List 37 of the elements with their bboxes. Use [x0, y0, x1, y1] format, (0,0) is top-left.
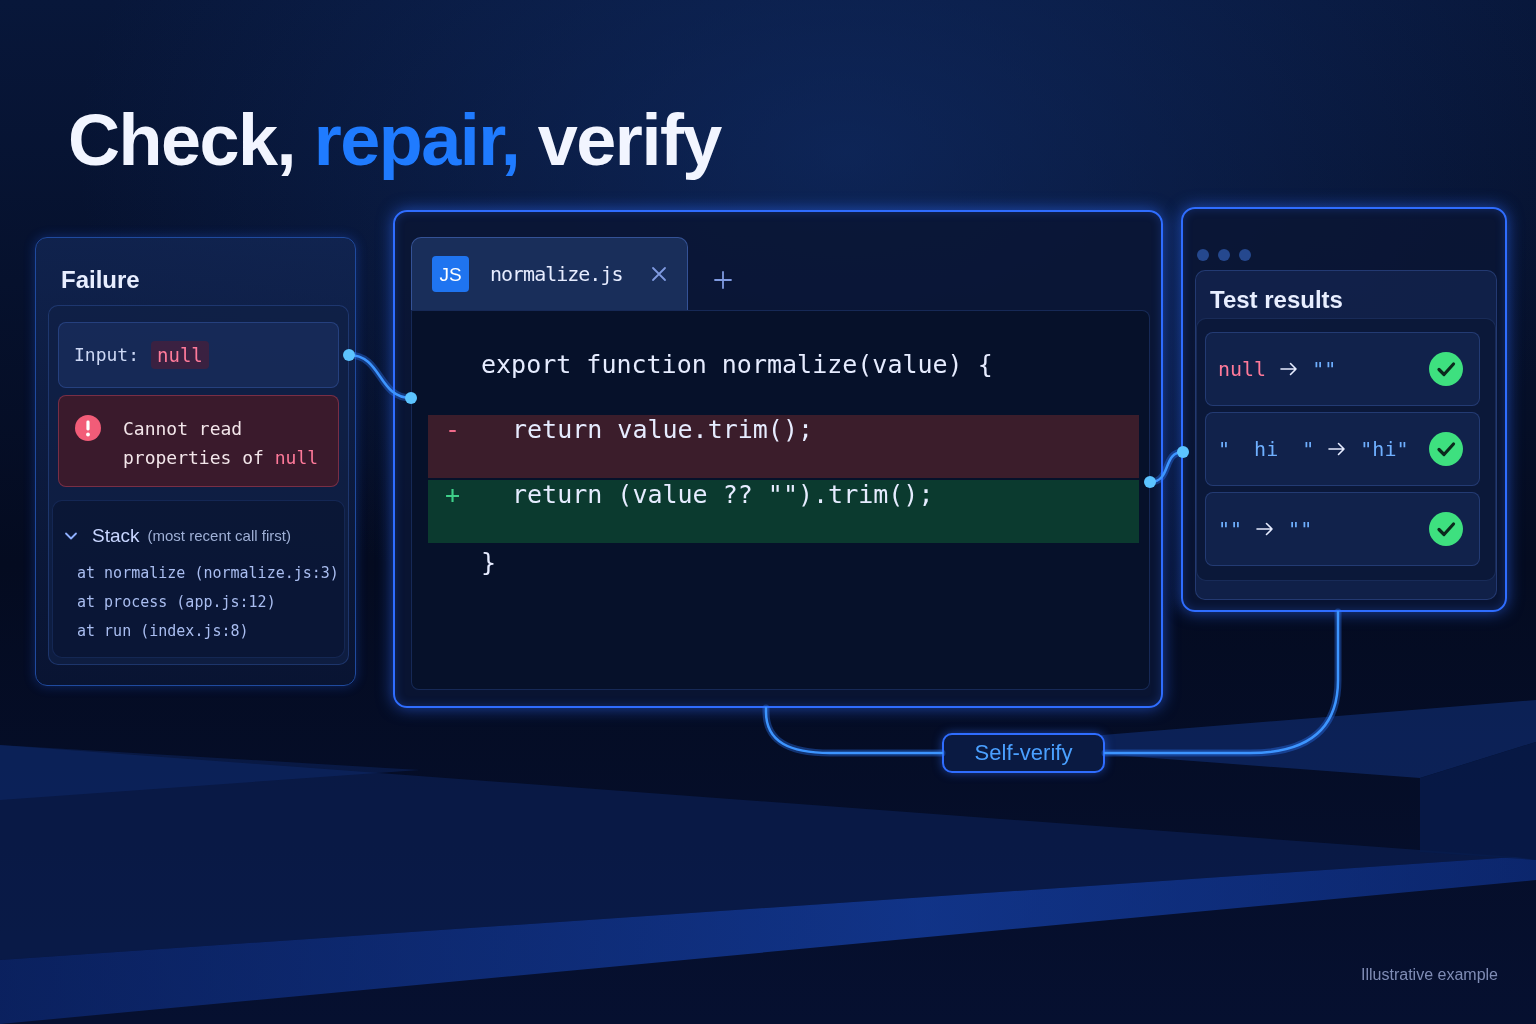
arrow-icon [1328, 440, 1347, 458]
footnote: Illustrative example [1361, 965, 1499, 985]
file-tab[interactable]: JS normalize.js [411, 237, 688, 310]
code-line: } [481, 547, 497, 579]
close-tab-button[interactable] [651, 266, 667, 282]
new-tab-button[interactable] [714, 271, 732, 289]
arrow-icon [1280, 360, 1299, 378]
diff-marker: - [445, 415, 462, 445]
code-line: return (value ?? "").trim(); [512, 480, 934, 510]
alert-icon [75, 415, 101, 441]
self-verify-tag: Self-verify [942, 733, 1105, 773]
argument-text: "" [1218, 516, 1243, 542]
argument-text: " hi " [1218, 436, 1315, 462]
window-dot-icon [1239, 249, 1251, 261]
argument-text: null [1218, 356, 1267, 382]
stack-frame: at run (index.js:8) [77, 617, 249, 646]
window-dot-icon [1197, 249, 1209, 261]
plus-icon [714, 271, 732, 289]
diff-marker: + [445, 480, 462, 510]
code-line: return value.trim(); [512, 415, 814, 445]
input-value: null [151, 341, 209, 369]
panel-title: Test results [1210, 285, 1343, 315]
arrow-icon [1256, 520, 1275, 538]
stack-frame: at normalize (normalize.js:3) [77, 559, 339, 588]
window-dot-icon [1218, 249, 1230, 261]
stack-frame: at process (app.js:12) [77, 588, 276, 617]
close-icon [651, 266, 667, 282]
result-text: "hi" [1360, 436, 1409, 462]
input-label: Input: [74, 343, 140, 367]
file-type-badge: JS [432, 256, 469, 292]
code-line: export function normalize(value) { [481, 349, 993, 381]
result-text: "" [1288, 516, 1313, 542]
result-text: "" [1312, 356, 1337, 382]
stack-toggle[interactable]: Stack (most recent call first) [64, 523, 291, 549]
error-message: Cannot read properties of null [123, 417, 320, 470]
panel-title: Failure [61, 265, 140, 295]
connector-line [1144, 446, 1189, 488]
